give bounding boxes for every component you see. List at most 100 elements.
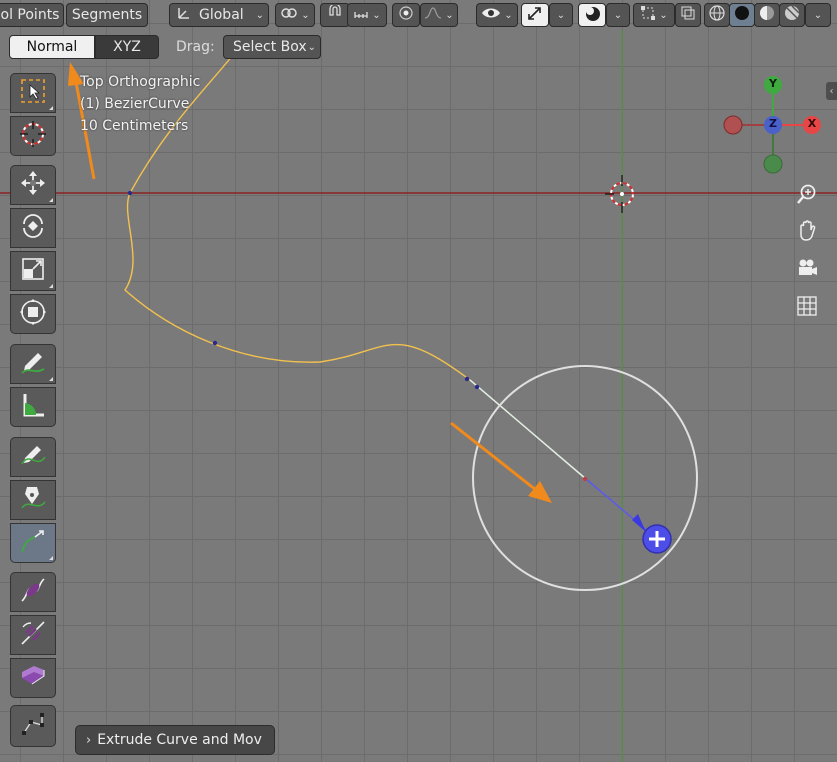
gizmo-x-label: X [807,117,817,130]
drag-label: Drag: [176,39,215,55]
control-points-tab[interactable]: ol Points [0,3,64,27]
object-name: (1) BezierCurve [80,96,190,112]
bezier-curve[interactable] [124,39,471,381]
chevron-down-icon: ⌄ [307,41,316,53]
xray-toggle[interactable] [675,3,701,27]
gizmo-neg-x [723,115,743,135]
overlays-toggle[interactable] [578,3,606,27]
extrude-tool[interactable] [10,523,56,563]
curve-pen-tool[interactable] [10,480,56,520]
falloff-curve-icon [424,6,442,24]
sidebar-toggle-icon[interactable]: ‹ [826,82,837,100]
material-shading-button[interactable] [754,3,780,27]
rotate-tool[interactable] [10,208,56,248]
transform-tool[interactable] [10,294,56,334]
gizmo-dropdown[interactable]: ⌄ [549,3,573,27]
drag-value: Select Box [233,39,307,55]
chevron-down-icon: ⌄ [372,9,381,21]
drag-dropdown[interactable]: Select Box ⌄ [223,35,321,59]
extrude-arrowhead [632,514,646,532]
mesh-edit-overlays-dropdown[interactable]: ⌄ [633,3,675,27]
scale-tool[interactable] [10,251,56,291]
control-point[interactable] [212,340,218,346]
eye-icon [481,6,501,24]
solid-shading-button[interactable] [729,3,755,27]
xray-icon [680,5,696,25]
transform-icon [19,298,47,330]
annotate-tool[interactable] [10,344,56,384]
zoom-icon[interactable] [795,182,819,206]
select-box-tool[interactable] [10,73,56,113]
annotate-icon [19,348,47,380]
orientation-dropdown[interactable]: Global ⌄ [169,3,269,27]
proportional-edit-toggle[interactable] [392,3,420,27]
scale-icon [19,255,47,287]
pan-hand-icon[interactable] [795,218,819,242]
viewport-overlay [0,30,837,762]
view-name: Top Orthographic [80,74,201,90]
extruded-segment[interactable] [469,379,587,480]
curve-pen-icon [19,484,47,516]
chevron-down-icon: ⌄ [445,9,454,21]
control-point[interactable] [127,190,133,196]
edit-overlay-icon [640,5,656,25]
gizmo-toggle[interactable] [521,3,549,27]
overlays-icon [583,4,601,26]
radius-icon [19,576,47,608]
randomize-tool[interactable] [10,658,56,698]
vertex-icon [19,710,47,742]
tilt-xyz-button[interactable]: XYZ [95,35,159,59]
gizmo-y-label: Y [769,77,777,90]
select-box-icon [19,77,47,109]
tilt-normal-button[interactable]: Normal [9,35,95,59]
tilt-tool[interactable] [10,615,56,655]
radius-tool[interactable] [10,572,56,612]
shading-options-dropdown[interactable]: ⌄ [805,3,831,27]
annotation-arrow-down [450,421,552,503]
measure-icon [19,391,47,423]
snap-toggle[interactable] [320,3,350,27]
move-tool[interactable] [10,165,56,205]
ortho-grid-icon[interactable] [795,294,819,318]
grid-scale: 10 Centimeters [80,118,189,134]
control-point[interactable] [474,384,480,390]
snap-target-dropdown[interactable]: ⌄ [347,3,387,27]
draw-curve-icon [19,441,47,473]
magnet-icon [327,4,343,25]
viewport-header: ol Points Segments Global ⌄ ⌄ ⌄ ⌄ ⌄ ⌄ ⌄ … [0,0,837,30]
orientation-label: Global [199,7,244,23]
snap-increment-icon [353,6,369,24]
control-point[interactable] [464,376,470,382]
redo-last-panel[interactable]: › Extrude Curve and Mov [75,725,275,755]
randomize-icon [18,662,48,694]
gizmo-arrow-icon [526,5,544,25]
chevron-down-icon: ⌄ [255,9,264,21]
vertex-tool[interactable] [10,705,56,747]
link-icon [280,6,298,24]
rendered-shading-button[interactable] [779,3,805,27]
orientation-icon [176,5,192,25]
wireframe-shading-button[interactable] [704,3,730,27]
visibility-dropdown[interactable]: ⌄ [476,3,518,27]
rotate-icon [19,212,47,244]
draw-tool[interactable] [10,437,56,477]
tilt-icon [19,619,47,651]
pivot-point-dropdown[interactable]: ⌄ [275,3,315,27]
measure-tool[interactable] [10,387,56,427]
chevron-down-icon: ⌄ [659,9,668,21]
control-point[interactable] [582,476,588,482]
proportional-edit-icon [398,5,414,25]
move-icon [19,169,47,201]
wireframe-sphere-icon [708,4,726,26]
falloff-dropdown[interactable]: ⌄ [420,3,458,27]
chevron-down-icon: ⌄ [813,9,823,21]
cursor-icon [19,120,47,152]
segments-tab[interactable]: Segments [66,3,148,27]
material-sphere-icon [758,4,776,26]
cursor-tool[interactable] [10,116,56,156]
overlays-dropdown[interactable]: ⌄ [606,3,630,27]
chevron-down-icon: ⌄ [556,9,566,21]
chevron-right-icon: › [86,732,92,748]
camera-icon[interactable] [795,256,819,280]
redo-panel-label: Extrude Curve and Mov [97,732,262,748]
